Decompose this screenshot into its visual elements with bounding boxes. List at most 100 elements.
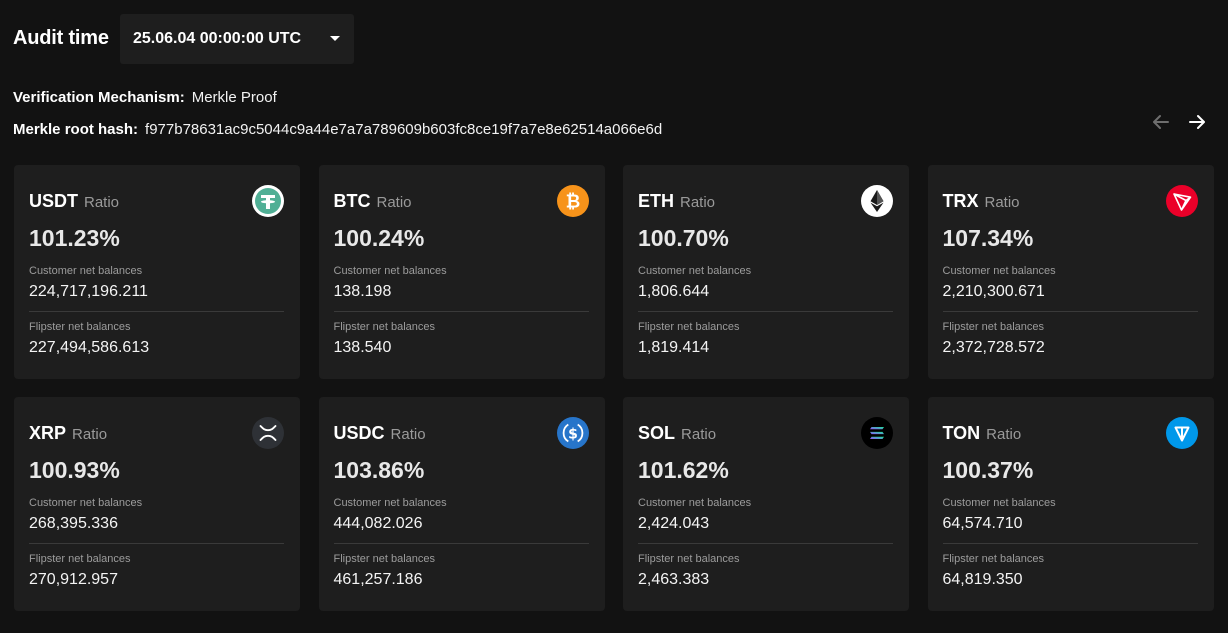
divider <box>942 543 1198 544</box>
card-header: USDT Ratio <box>29 191 119 212</box>
flipster-balance-value: 64,819.350 <box>942 571 1023 588</box>
flipster-balance-value: 1,819.414 <box>638 339 710 356</box>
asset-cards-grid: USDT Ratio 101.23% Customer net balances… <box>14 165 1214 611</box>
audit-time-label: Audit time <box>13 27 109 49</box>
ratio-value: 100.37% <box>942 457 1034 483</box>
ratio-value: 100.70% <box>638 225 729 251</box>
customer-balance-value: 1,806.644 <box>638 283 710 300</box>
arrow-left-icon[interactable] <box>1150 111 1172 133</box>
divider <box>333 311 589 312</box>
usdc-icon: $ <box>556 417 589 449</box>
card-header: TON Ratio <box>943 423 1022 444</box>
customer-balance-label: Customer net balances <box>638 265 752 277</box>
ratio-label: Ratio <box>984 194 1020 211</box>
customer-balance-value: 138.198 <box>333 283 392 300</box>
divider <box>638 543 893 544</box>
ratio-value: 103.86% <box>333 457 425 483</box>
customer-balance-value: 64,574.710 <box>942 515 1023 532</box>
card-header: XRP Ratio <box>29 423 107 444</box>
card-header: TRX Ratio <box>943 191 1020 212</box>
audit-time-value: 25.06.04 00:00:00 UTC <box>133 30 302 47</box>
ton-icon <box>1165 417 1198 449</box>
ratio-label: Ratio <box>72 426 108 443</box>
divider <box>942 311 1198 312</box>
customer-balance-value: 2,424.043 <box>638 515 710 532</box>
flipster-balance-label: Flipster net balances <box>29 321 131 333</box>
asset-symbol: ETH <box>638 191 674 211</box>
btc-icon: ₿ <box>556 185 589 217</box>
ratio-label: Ratio <box>681 426 717 443</box>
divider <box>333 543 589 544</box>
flipster-balance-value: 2,372,728.572 <box>942 339 1045 356</box>
ratio-label: Ratio <box>680 194 716 211</box>
customer-balance-value: 2,210,300.671 <box>942 283 1045 300</box>
usdt-icon <box>252 185 284 217</box>
flipster-balance-label: Flipster net balances <box>333 321 436 333</box>
svg-text:$: $ <box>568 427 578 443</box>
asset-symbol: XRP <box>29 423 67 443</box>
asset-symbol: TON <box>942 423 981 443</box>
ratio-label: Ratio <box>84 194 120 211</box>
verification-mechanism-value: Merkle Proof <box>191 89 277 106</box>
ratio-value: 107.34% <box>942 225 1034 251</box>
ratio-value: 100.93% <box>29 457 120 483</box>
customer-balance-label: Customer net balances <box>942 497 1056 509</box>
card-header: BTC Ratio <box>334 191 412 212</box>
card-header: USDC Ratio <box>334 423 426 444</box>
verification-mechanism-label: Verification Mechanism: <box>13 89 185 106</box>
svg-text:₿: ₿ <box>565 192 580 213</box>
ratio-value: 101.62% <box>638 457 729 483</box>
verification-mechanism: Verification Mechanism: Merkle Proof <box>13 89 277 106</box>
asset-card-eth: ETH Ratio 100.70% Customer net balances … <box>623 165 909 379</box>
asset-card-xrp: XRP Ratio 100.93% Customer net balances … <box>14 397 300 611</box>
ratio-value: 101.23% <box>29 225 120 251</box>
customer-balance-label: Customer net balances <box>333 497 447 509</box>
customer-balance-value: 224,717,196.211 <box>29 283 148 300</box>
ratio-label: Ratio <box>986 426 1022 443</box>
caret-down-icon <box>330 36 340 41</box>
customer-balance-label: Customer net balances <box>942 265 1056 277</box>
arrow-right-icon[interactable] <box>1186 111 1208 133</box>
ratio-label: Ratio <box>390 426 426 443</box>
flipster-balance-label: Flipster net balances <box>638 321 740 333</box>
merkle-root-hash-label: Merkle root hash: <box>13 121 139 138</box>
flipster-balance-label: Flipster net balances <box>942 553 1045 565</box>
divider <box>29 543 284 544</box>
proof-of-reserves-page: Audit time 25.06.04 00:00:00 UTC Verific… <box>0 0 1228 633</box>
customer-balance-label: Customer net balances <box>638 497 752 509</box>
divider <box>638 311 893 312</box>
flipster-balance-value: 461,257.186 <box>333 571 423 588</box>
asset-symbol: TRX <box>942 191 979 211</box>
ratio-value: 100.24% <box>333 225 425 251</box>
flipster-balance-label: Flipster net balances <box>29 553 131 565</box>
asset-symbol: USDC <box>333 423 385 443</box>
flipster-balance-value: 138.540 <box>333 339 392 356</box>
flipster-balance-value: 270,912.957 <box>29 571 118 588</box>
xrp-icon <box>252 417 284 449</box>
flipster-balance-value: 2,463.383 <box>638 571 710 588</box>
asset-card-trx: TRX Ratio 107.34% Customer net balances … <box>927 165 1214 379</box>
customer-balance-label: Customer net balances <box>29 265 143 277</box>
card-header: ETH Ratio <box>638 191 715 212</box>
merkle-root-hash-value[interactable]: f977b78631ac9c5044c9a44e7a7a789609b603fc… <box>145 121 662 138</box>
asset-card-ton: TON Ratio 100.37% Customer net balances … <box>927 397 1214 611</box>
trx-icon <box>1165 185 1198 217</box>
flipster-balance-label: Flipster net balances <box>942 321 1045 333</box>
eth-icon <box>861 185 893 217</box>
flipster-balance-label: Flipster net balances <box>638 553 740 565</box>
ratio-label: Ratio <box>376 194 412 211</box>
asset-card-btc: BTC Ratio ₿ 100.24% Customer net balance… <box>318 165 605 379</box>
audit-time-dropdown[interactable]: 25.06.04 00:00:00 UTC <box>120 14 354 64</box>
customer-balance-value: 444,082.026 <box>333 515 423 532</box>
flipster-balance-value: 227,494,586.613 <box>29 339 150 356</box>
asset-card-usdc: USDC Ratio $ 103.86% Customer net balanc… <box>318 397 605 611</box>
asset-card-sol: SOL Ratio 101.62% Customer net balances … <box>623 397 909 611</box>
customer-balance-label: Customer net balances <box>333 265 447 277</box>
asset-symbol: BTC <box>333 191 371 211</box>
flipster-balance-label: Flipster net balances <box>333 553 436 565</box>
asset-card-usdt: USDT Ratio 101.23% Customer net balances… <box>14 165 300 379</box>
asset-symbol: SOL <box>638 423 676 443</box>
divider <box>29 311 284 312</box>
customer-balance-label: Customer net balances <box>29 497 143 509</box>
asset-symbol: USDT <box>29 191 78 211</box>
